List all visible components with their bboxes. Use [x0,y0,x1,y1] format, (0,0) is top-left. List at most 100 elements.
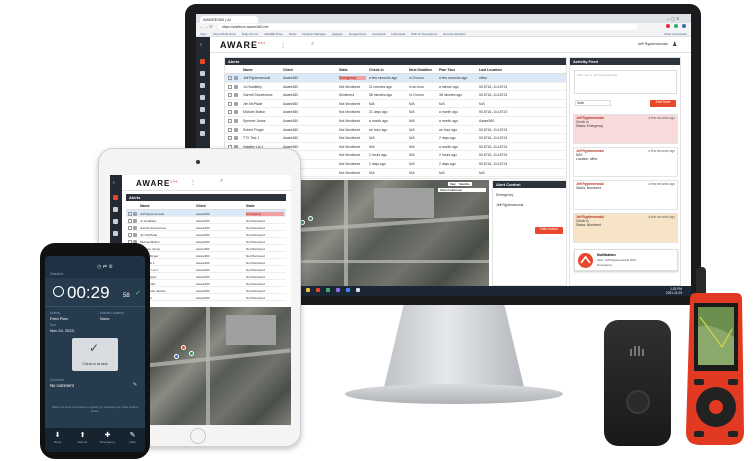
phone-nav-item[interactable]: ⬇ Done [45,428,70,452]
row-checkbox[interactable] [128,211,132,216]
phone-nav-item[interactable]: ✎ Note [120,428,145,452]
table-row[interactable]: Spencer Jones Aware360 Not Monitored [126,245,286,252]
map-nav-icon[interactable] [200,83,205,88]
bookmark-item[interactable]: Help Desk [391,32,405,36]
extension-icon[interactable] [674,24,678,28]
row-checkbox[interactable] [228,76,232,80]
devices-nav-icon[interactable] [200,107,205,112]
tablet-home-button[interactable] [190,428,206,444]
map-marker[interactable] [308,216,313,221]
activity-card[interactable]: Jeff Rypienwnoski a few seconds ago Check … [573,213,678,243]
row-checkbox[interactable] [128,225,132,230]
user-name[interactable]: Jeff Rypienwnoski [616,42,668,46]
row-action-icon[interactable] [234,119,238,123]
table-row[interactable]: Jeff Rypienwnoski Aware360 Emergency a few … [225,74,566,83]
check-in-button[interactable]: ✓ Check-in as task [72,338,118,371]
column-header[interactable]: Check In [369,68,384,72]
bookmark-item[interactable]: AWARE Drive [264,32,283,36]
map-marker[interactable] [181,345,186,350]
column-header[interactable]: Client [196,204,206,208]
profile-icon[interactable] [682,24,686,28]
phone-nav-item[interactable]: ⬆ Extend [70,428,95,452]
table-row[interactable]: Jo Huddleby Aware360 Not Monitored 11 minut… [225,83,566,92]
taskbar-app-icon[interactable] [306,288,310,292]
search-icon[interactable]: ⌕ [220,178,223,185]
take-action-button[interactable]: Take Action [535,227,563,234]
table-row[interactable]: Spencer Jones Aware360 Not Monitored a mont… [225,117,566,126]
column-header[interactable]: Name [243,68,253,72]
table-row[interactable]: Jeff Rypienwnoski Aware360 Emergency [126,210,286,217]
row-action-icon[interactable] [133,232,137,237]
table-row[interactable]: Installer Lot 1Aware360Not Monitored [126,266,286,273]
row-action-icon[interactable] [234,84,238,89]
menu-icon[interactable]: ⋮ [190,179,196,186]
browser-tab[interactable]: AWARE360 | AI [200,16,258,23]
nav-arrows-icon[interactable]: ← → ⟳ [199,24,213,29]
phone-nav-item[interactable]: ✚ Emergency [95,428,120,452]
edit-icon[interactable]: ✎ [133,382,137,388]
column-header[interactable]: State [246,204,255,208]
app-logo[interactable]: AWARE360 [220,40,266,50]
row-action-icon[interactable] [133,225,137,230]
extension-icon[interactable] [666,24,670,28]
search-icon[interactable]: ⌕ [311,41,314,48]
map-nav-icon[interactable] [113,219,118,224]
user-icon[interactable]: ♟ [672,41,677,48]
row-action-icon[interactable] [133,211,137,216]
users-nav-icon[interactable] [113,231,118,236]
row-checkbox[interactable] [228,101,232,106]
table-row[interactable]: Jim McPlade Aware360 Not Monitored [126,231,286,238]
menu-icon[interactable]: ⋮ [280,42,286,49]
alerts-nav-icon[interactable] [113,195,118,200]
taskbar-clock[interactable]: 1:33 PM 2021-11-03 [642,287,682,295]
url-bar[interactable]: https://platform.aware360.net [218,24,638,30]
bookmark-item[interactable]: Desktop Manager [302,32,326,36]
map-type-satellite[interactable]: Satellite [459,182,470,186]
table-row[interactable]: Jo Huddleby Aware360 Not Monitored [126,217,286,224]
taskbar-app-icon[interactable] [346,288,350,292]
other-bookmarks[interactable]: Other bookmarks [664,32,687,36]
bookmark-item[interactable]: Cloud Build Drive [213,32,236,36]
table-row[interactable]: Garrett Stonehouse Aware360 Monitored 38 mi… [225,91,566,100]
tablet-app-logo[interactable]: AWARE360 [136,179,178,188]
map-marker[interactable] [174,354,179,359]
bookmark-item[interactable]: Facebook [372,32,385,36]
window-controls[interactable]: — ▢ ✕ [666,16,688,21]
row-checkbox[interactable] [228,84,232,89]
activity-card[interactable]: Jeff Rypienwnoski a few seconds ago Status… [573,180,678,210]
column-header[interactable]: Last Location [479,68,502,72]
table-row[interactable]: TTX Test 1Aware360Not Monitored [126,259,286,266]
row-action-icon[interactable] [234,93,238,98]
map-marker[interactable] [189,351,194,356]
menu-toggle[interactable]: › [196,37,210,53]
map-type-toggle[interactable]: Map Satellite [448,182,472,186]
taskbar-app-icon[interactable] [336,288,340,292]
add-note-button[interactable]: Add Note [650,100,676,107]
column-header[interactable]: Client [283,68,293,72]
chevron-right-icon[interactable]: › [113,180,115,186]
row-checkbox[interactable] [128,218,132,223]
row-action-icon[interactable] [234,136,238,141]
tablet-map-view[interactable] [126,307,291,425]
reports-nav-icon[interactable] [200,119,205,124]
column-header[interactable]: Next Deadline [409,68,432,72]
bookmark-item[interactable]: News [289,32,297,36]
bookmark-item[interactable]: Daily Scrum [242,32,258,36]
bookmark-item[interactable]: Google Drive [349,32,367,36]
bookmark-item[interactable]: gadgets [332,32,343,36]
activity-card[interactable]: Jeff Rypienwnoski a few seconds ago Check … [573,114,678,144]
note-textarea[interactable]: Add note to Jeff Rypienwnoski [574,70,677,94]
column-header[interactable]: Name [140,204,150,208]
table-row[interactable]: Michael Bolton Aware360 Not Monitored [126,238,286,245]
table-row[interactable]: Robert FingerAware360Not Monitored [126,252,286,259]
sos-button[interactable] [626,390,650,414]
phone-toolbar-icons[interactable]: ◷ ⇄ ⚙ [97,264,113,270]
table-row[interactable]: Cod TrapperAware360Not Monitored [126,273,286,280]
bookmark-item[interactable]: Wiki for Developers [411,32,437,36]
notification-toast[interactable]: Notification Alert: Jeff Rypienwnoski NA… [574,249,678,271]
row-action-icon[interactable] [234,110,238,115]
row-checkbox[interactable] [228,93,232,98]
row-action-icon[interactable] [234,76,238,80]
column-header[interactable]: Plan Time [439,68,455,72]
row-checkbox[interactable] [228,119,232,123]
